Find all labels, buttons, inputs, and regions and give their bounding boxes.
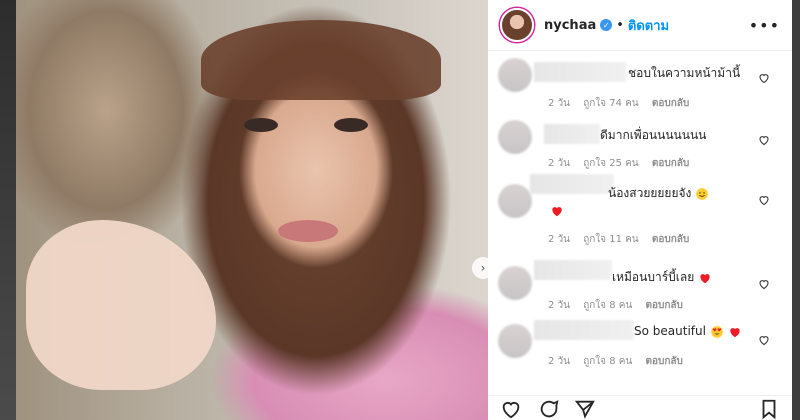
comment-meta: 2 วัน ถูกใจ 74 คน ตอบกลับ: [548, 96, 699, 111]
photo-detail: [334, 118, 368, 132]
like-heart-icon[interactable]: [500, 398, 522, 420]
background-strip-right: [792, 0, 800, 420]
comment-time: 2 วัน: [548, 158, 570, 169]
username[interactable]: nychaa: [544, 18, 596, 33]
heart-outline-icon[interactable]: [758, 278, 770, 290]
comment-likes[interactable]: ถูกใจ 11 คน: [583, 234, 638, 245]
commenter-name-blurred[interactable]: [544, 124, 600, 144]
comment-time: 2 วัน: [548, 356, 570, 367]
comment-item: ดีมากเพื่อนนนนนนน 2 วัน ถูกใจ 25 คน ตอบก…: [488, 116, 792, 174]
commenter-avatar[interactable]: [498, 266, 532, 300]
heart-outline-icon[interactable]: [758, 334, 770, 346]
background-strip-left: [0, 0, 16, 420]
commenter-avatar[interactable]: [498, 58, 532, 92]
photo-detail: [26, 220, 216, 390]
action-bar: [488, 395, 792, 420]
comment-time: 2 วัน: [548, 234, 570, 245]
commenter-name-blurred[interactable]: [534, 260, 612, 280]
comment-text: น้องสวยยยยยจัง: [608, 184, 709, 203]
comment-item: So beautiful 2 วัน ถูกใจ 8 คน ตอบกลับ: [488, 314, 792, 374]
comment-icon[interactable]: [538, 398, 560, 420]
reply-button[interactable]: ตอบกลับ: [652, 234, 689, 245]
commenter-avatar[interactable]: [498, 184, 532, 218]
reply-button[interactable]: ตอบกลับ: [645, 356, 682, 367]
reply-button[interactable]: ตอบกลับ: [645, 300, 682, 311]
comment-text: ดีมากเพื่อนนนนนนน: [600, 128, 707, 142]
comment-meta: 2 วัน ถูกใจ 8 คน ตอบกลับ: [548, 298, 693, 313]
comment-item: ชอบในความหน้าม้านี้ 2 วัน ถูกใจ 74 คน ตอ…: [488, 58, 792, 116]
comment-text-content: เหมือนบาร์บี้เลย: [612, 270, 695, 284]
comment-time: 2 วัน: [548, 98, 570, 109]
comment-likes[interactable]: ถูกใจ 74 คน: [583, 98, 638, 109]
comment-item: น้องสวยยยยยจัง 2 วัน ถูกใจ 11 คน ตอบกลับ: [488, 174, 792, 254]
comment-list: ชอบในความหน้าม้านี้ 2 วัน ถูกใจ 74 คน ตอ…: [488, 58, 792, 374]
commenter-avatar[interactable]: [498, 120, 532, 154]
heart-outline-icon[interactable]: [758, 134, 770, 146]
comment-text-content: So beautiful: [634, 324, 706, 338]
comment-text-content: น้องสวยยยยยจัง: [608, 186, 692, 200]
commenter-name-blurred[interactable]: [534, 320, 634, 340]
verified-badge-icon: ✓: [600, 19, 613, 31]
photo-detail: [244, 118, 278, 132]
comment-meta: 2 วัน ถูกใจ 25 คน ตอบกลับ: [548, 156, 699, 171]
reply-button[interactable]: ตอบกลับ: [652, 158, 689, 169]
post-header: nychaa ✓ • ติดตาม •••: [488, 0, 792, 51]
comment-time: 2 วัน: [548, 300, 570, 311]
heart-outline-icon[interactable]: [758, 194, 770, 206]
photo-detail: [201, 20, 441, 100]
reply-button[interactable]: ตอบกลับ: [652, 98, 689, 109]
comment-item: เหมือนบาร์บี้เลย 2 วัน ถูกใจ 8 คน ตอบกลั…: [488, 254, 792, 314]
share-icon[interactable]: [574, 398, 596, 420]
comment-text: เหมือนบาร์บี้เลย: [612, 268, 712, 287]
red-heart-icon: [729, 327, 740, 337]
post-photo[interactable]: ›: [16, 0, 488, 420]
comment-text: ชอบในความหน้าม้านี้: [628, 66, 741, 80]
red-heart-icon: [700, 273, 710, 283]
photo-detail: [278, 220, 338, 242]
comment-meta: 2 วัน ถูกใจ 8 คน ตอบกลับ: [548, 354, 693, 369]
avatar[interactable]: [500, 8, 534, 42]
comment-likes[interactable]: ถูกใจ 25 คน: [583, 158, 638, 169]
comment-likes[interactable]: ถูกใจ 8 คน: [583, 300, 632, 311]
bookmark-icon[interactable]: [758, 398, 780, 420]
follow-button[interactable]: ติดตาม: [628, 15, 669, 36]
red-heart-icon: [552, 207, 562, 217]
comment-likes[interactable]: ถูกใจ 8 คน: [583, 356, 632, 367]
commenter-name-blurred[interactable]: [530, 174, 614, 194]
heart-outline-icon[interactable]: [758, 72, 770, 84]
next-arrow-icon[interactable]: ›: [472, 257, 488, 279]
separator-dot: •: [616, 17, 624, 33]
post-panel: nychaa ✓ • ติดตาม ••• ชอบในความหน้าม้านี…: [488, 0, 792, 420]
commenter-name-blurred[interactable]: [534, 62, 626, 82]
commenter-avatar[interactable]: [498, 324, 532, 358]
comment-text: So beautiful: [634, 324, 742, 339]
more-options-icon[interactable]: •••: [749, 16, 780, 35]
comment-meta: 2 วัน ถูกใจ 11 คน ตอบกลับ: [548, 232, 699, 247]
smiling-face-icon: [696, 187, 709, 200]
heart-eyes-face-icon: [710, 325, 723, 338]
